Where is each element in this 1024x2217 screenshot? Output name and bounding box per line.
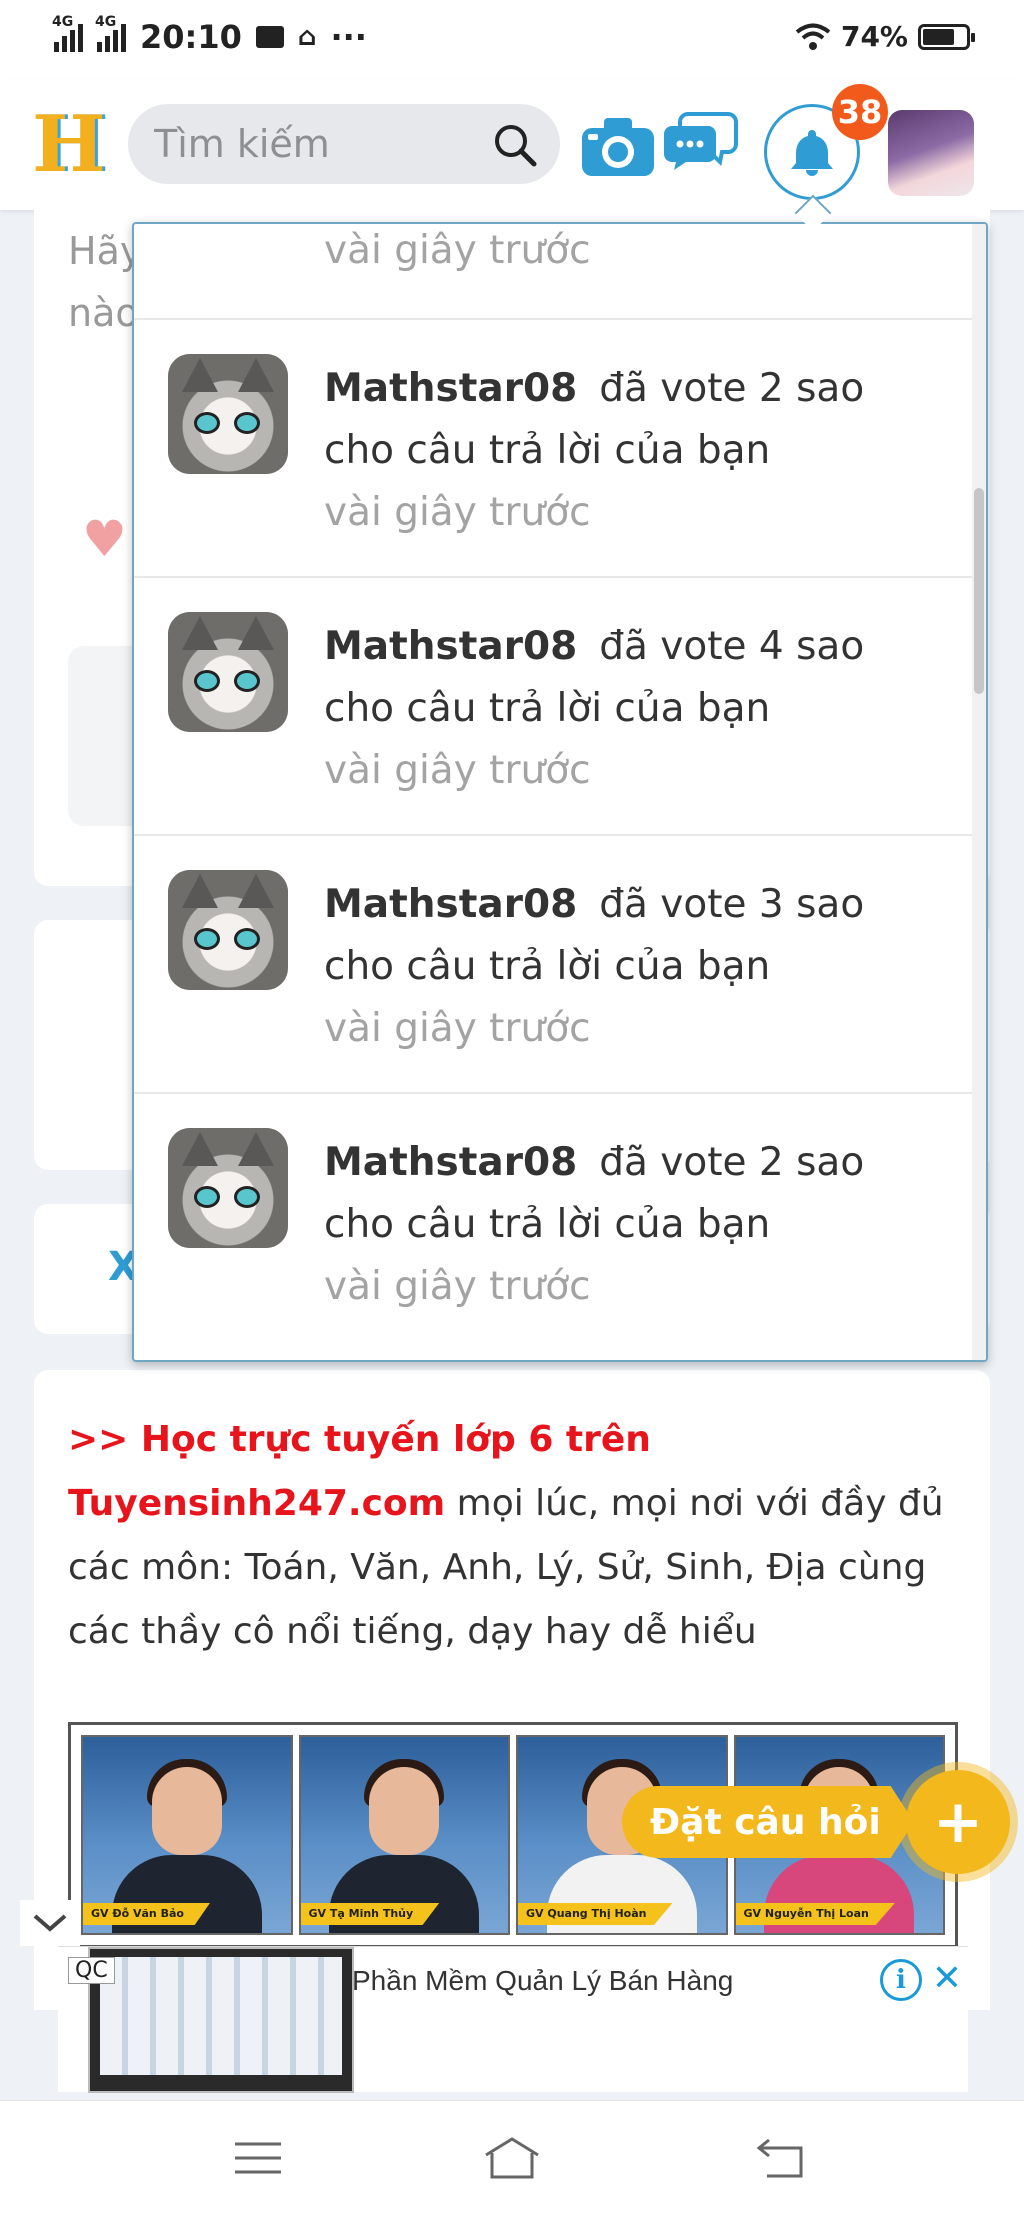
- teacher-name: GV Quang Thị Hoàn: [518, 1903, 673, 1925]
- clock: 20:10: [140, 18, 242, 56]
- teacher-name: GV Nguyễn Thị Loan: [735, 1903, 895, 1925]
- signal-icon-2: 4G: [95, 14, 126, 52]
- chat-icon[interactable]: [664, 110, 738, 172]
- ad-title[interactable]: Phần Mềm Quản Lý Bán Hàng: [352, 1965, 733, 1997]
- teacher-name: GV Đỗ Văn Bảo: [83, 1903, 210, 1925]
- scrollbar-thumb[interactable]: [974, 488, 984, 694]
- notification-user[interactable]: Mathstar08: [324, 1140, 577, 1185]
- notification-avatar: [168, 1128, 288, 1248]
- home-icon: [485, 2137, 539, 2179]
- ad-image: [88, 1947, 354, 2093]
- notification-item[interactable]: Mathstar08 đã vote 3 sao cho câu trả lời …: [134, 836, 972, 1094]
- notification-count-badge: 38: [832, 84, 888, 140]
- back-nav-button[interactable]: [740, 2123, 820, 2193]
- chevron-down-icon: [33, 1914, 67, 1932]
- app-notification-icon: ⌂: [297, 22, 317, 52]
- ad-banner[interactable]: QC Phần Mềm Quản Lý Bán Hàng i ✕: [58, 1946, 968, 2093]
- search-icon[interactable]: [492, 122, 538, 168]
- ad-close-icon[interactable]: ✕: [926, 1957, 968, 1999]
- teacher-photo: GV Tạ Minh Thủy: [298, 1735, 510, 1935]
- notification-time: vài giây trước: [324, 490, 591, 535]
- notification-item[interactable]: Mathstar08 đã vote 2 sao cho câu trả lời …: [134, 320, 972, 578]
- battery-icon: [918, 23, 975, 50]
- notification-item[interactable]: Mathstar08 đã vote 4 sao cho câu trả lời …: [134, 578, 972, 836]
- home-nav-button[interactable]: [472, 2123, 552, 2193]
- dropdown-scrollbar[interactable]: [972, 224, 986, 1360]
- network-type-1: 4G: [52, 14, 74, 30]
- bell-icon: [791, 130, 833, 176]
- notification-user[interactable]: Mathstar08: [324, 366, 577, 411]
- notification-avatar: [168, 870, 288, 990]
- ad-label: QC: [68, 1957, 115, 1984]
- notification-text: Mathstar08 đã vote 2 sao cho câu trả lời …: [324, 358, 944, 544]
- app-header: H 38: [0, 80, 1024, 210]
- more-status-icon: ···: [330, 18, 367, 56]
- app-logo[interactable]: H: [32, 105, 106, 185]
- menu-icon: [235, 2142, 281, 2174]
- status-right: 74%: [795, 20, 975, 53]
- heart-icon[interactable]: ♥: [82, 510, 127, 568]
- notification-time: vài giây trước: [324, 1006, 591, 1051]
- ad-info-icon[interactable]: i: [880, 1959, 922, 2001]
- camera-icon[interactable]: [580, 116, 656, 178]
- notification-user[interactable]: Mathstar08: [324, 624, 577, 669]
- status-left: 4G 4G 20:10 ⌂ ···: [52, 14, 367, 56]
- notification-avatar: [168, 612, 288, 732]
- teacher-photo: GV Đỗ Văn Bảo: [81, 1735, 293, 1935]
- notification-text: Mathstar08 đã vote 2 sao cho câu trả lời …: [324, 1132, 944, 1318]
- notification-time: vài giây trước: [324, 228, 591, 273]
- notifications-dropdown[interactable]: vài giây trước Mathstar08 đã vote 2 sao c…: [132, 222, 988, 1362]
- notification-user[interactable]: Mathstar08: [324, 882, 577, 927]
- notification-item-partial[interactable]: vài giây trước: [134, 224, 972, 320]
- wifi-icon: [795, 23, 831, 50]
- ask-question-label[interactable]: Đặt câu hỏi: [622, 1786, 914, 1858]
- notification-text: Mathstar08 đã vote 3 sao cho câu trả lời …: [324, 874, 944, 1060]
- notification-avatar: [168, 354, 288, 474]
- user-avatar[interactable]: [888, 110, 974, 196]
- ask-question-button[interactable]: +: [906, 1770, 1010, 1874]
- back-icon: [756, 2138, 803, 2178]
- notification-text: Mathstar08 đã vote 4 sao cho câu trả lời …: [324, 616, 944, 802]
- search-input[interactable]: [154, 120, 474, 168]
- teacher-name: GV Tạ Minh Thủy: [300, 1903, 440, 1925]
- battery-percent: 74%: [840, 20, 908, 53]
- menu-nav-button[interactable]: [218, 2123, 298, 2193]
- status-bar: 4G 4G 20:10 ⌂ ··· 74%: [0, 0, 1024, 80]
- notification-item[interactable]: Mathstar08 đã vote 2 sao cho câu trả lời …: [134, 1094, 972, 1352]
- battery-level: [923, 28, 954, 45]
- network-type-2: 4G: [95, 14, 117, 30]
- notification-time: vài giây trước: [324, 748, 591, 793]
- mail-icon: [255, 26, 284, 48]
- system-nav-bar: [0, 2100, 1024, 2217]
- collapse-ad-button[interactable]: [20, 1900, 80, 1946]
- notification-time: vài giây trước: [324, 1264, 591, 1309]
- search-bar[interactable]: [128, 104, 560, 184]
- promo-card: >> Học trực tuyến lớp 6 trên Tuyensinh24…: [34, 1370, 990, 2010]
- signal-icon: 4G: [52, 14, 83, 52]
- promo-text: >> Học trực tuyến lớp 6 trên Tuyensinh24…: [68, 1408, 968, 1664]
